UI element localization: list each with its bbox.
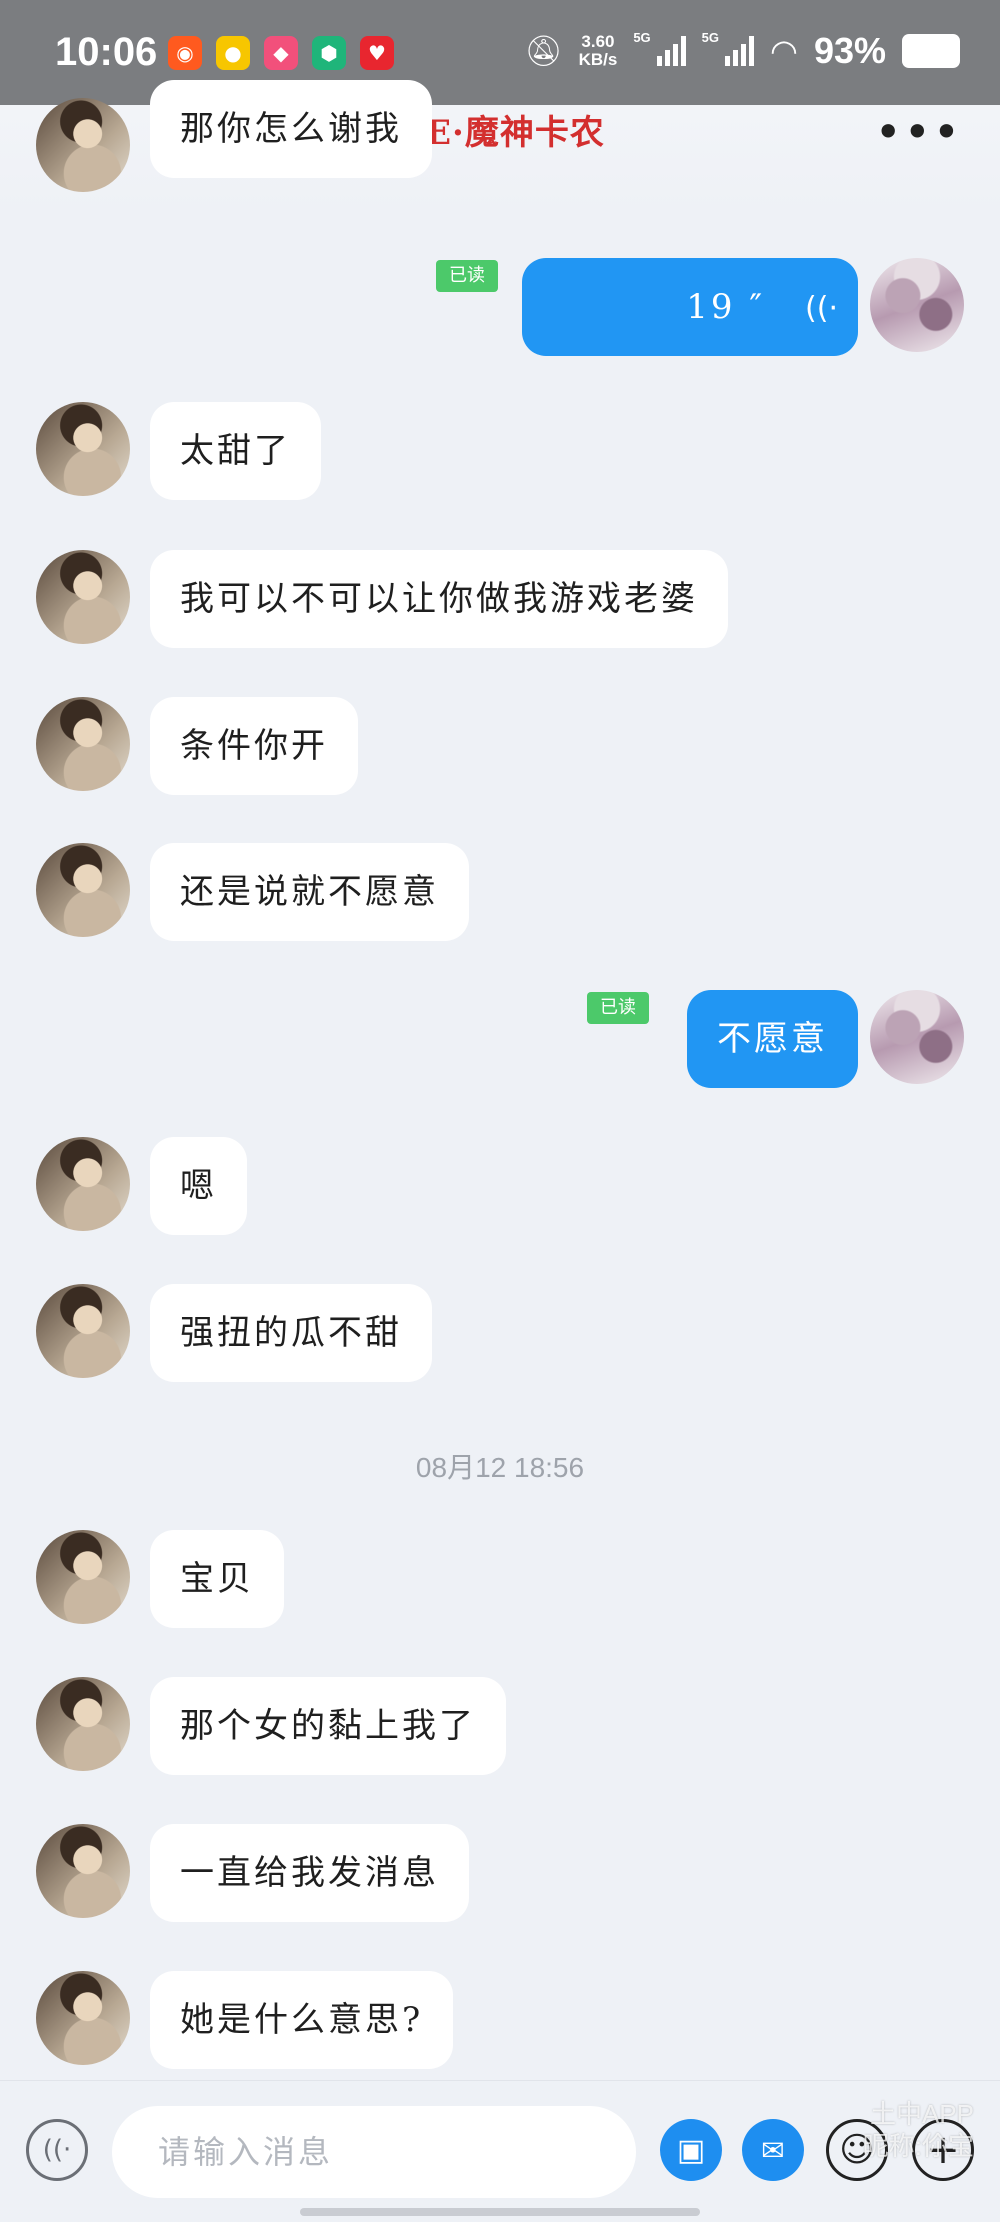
net-speed: 3.60 KB/s <box>579 33 618 69</box>
contact-avatar[interactable] <box>36 550 130 644</box>
voice-message-bubble[interactable]: 19 ″ ((· <box>522 258 858 356</box>
voice-duration: 19 ″ <box>686 287 766 327</box>
contact-avatar[interactable] <box>36 1971 130 2065</box>
message-bubble[interactable]: 宝贝 <box>150 1530 284 1628</box>
read-receipt-badge: 已读 <box>436 260 498 292</box>
red-packet-button[interactable]: ✉ <box>742 2119 804 2181</box>
watermark-line-1: 土中APP <box>869 2099 974 2129</box>
net-speed-unit: KB/s <box>578 50 618 69</box>
signal-icon-2 <box>725 36 755 66</box>
app-icon: ◆ <box>264 36 298 70</box>
contact-avatar[interactable] <box>36 1284 130 1378</box>
message-bubble[interactable]: 嗯 <box>150 1137 247 1235</box>
contact-avatar[interactable] <box>36 402 130 496</box>
chat-timestamp: 08月12 18:56 <box>415 1452 585 1483</box>
contact-avatar[interactable] <box>36 1824 130 1918</box>
contact-avatar[interactable] <box>36 697 130 791</box>
message-bubble[interactable]: 还是说就不愿意 <box>150 843 469 941</box>
wifi-icon: ◠ <box>770 33 798 69</box>
shield-app-icon: ⬢ <box>312 36 346 70</box>
read-receipt-badge: 已读 <box>587 992 649 1024</box>
message-bubble[interactable]: 她是什么意思? <box>150 1971 454 2069</box>
red-packet-icon: ✉ <box>761 2133 785 2167</box>
message-bubble[interactable]: 条件你开 <box>150 697 358 795</box>
status-app-icons: ◉ ● ◆ ⬢ ♥ <box>168 36 394 70</box>
battery-percent: 93% <box>813 30 886 71</box>
status-bar: 10:06 ◉ ● ◆ ⬢ ♥ 🔕︎ 3.60 KB/s 5G 5G ◠ 93% <box>0 0 1000 105</box>
gift-button[interactable]: ▣ <box>660 2119 722 2181</box>
heart-app-icon: ♥ <box>360 36 394 70</box>
more-options-button[interactable]: ••• <box>875 105 962 159</box>
message-bubble[interactable]: 我可以不可以让你做我游戏老婆 <box>150 550 728 648</box>
network-type-1: 5G <box>633 30 651 45</box>
contact-avatar[interactable] <box>36 1677 130 1771</box>
status-right-group: 🔕︎ 3.60 KB/s 5G 5G ◠ 93% <box>524 30 960 72</box>
message-bubble[interactable]: 强扭的瓜不甜 <box>150 1284 432 1382</box>
my-avatar[interactable] <box>870 990 964 1084</box>
message-bubble[interactable]: 一直给我发消息 <box>150 1824 469 1922</box>
meituan-icon: ● <box>216 36 250 70</box>
message-input[interactable] <box>112 2106 636 2198</box>
message-bubble[interactable]: 那个女的黏上我了 <box>150 1677 506 1775</box>
signal-icon-1 <box>656 36 686 66</box>
voice-wave-icon: ((· <box>805 291 838 326</box>
message-bubble[interactable]: 不愿意 <box>687 990 858 1088</box>
home-indicator[interactable] <box>300 2208 700 2216</box>
contact-avatar[interactable] <box>36 1137 130 1231</box>
contact-avatar[interactable] <box>36 843 130 937</box>
message-bubble[interactable]: 太甜了 <box>150 402 321 500</box>
mute-bell-icon: 🔕︎ <box>524 34 563 68</box>
message-bubble[interactable]: 那你怎么谢我 <box>150 80 432 178</box>
more-dots-icon: ••• <box>874 105 962 159</box>
network-type-2: 5G <box>701 30 720 45</box>
watermark: 土中APP 昵称:伱宝 <box>863 2098 974 2162</box>
my-avatar[interactable] <box>870 258 964 352</box>
battery-icon <box>902 34 960 68</box>
taobao-icon: ◉ <box>168 36 202 70</box>
gift-icon: ▣ <box>676 2132 706 2168</box>
message-input-bar: ((· ▣ ✉ ☺ + <box>0 2080 1000 2222</box>
contact-avatar[interactable] <box>36 98 130 192</box>
status-time: 10:06 <box>55 30 158 74</box>
contact-avatar[interactable] <box>36 1530 130 1624</box>
voice-input-button[interactable]: ((· <box>26 2119 88 2181</box>
watermark-line-2: 昵称:伱宝 <box>862 2131 974 2161</box>
net-speed-value: 3.60 <box>581 32 615 51</box>
voice-icon: ((· <box>42 2135 72 2165</box>
